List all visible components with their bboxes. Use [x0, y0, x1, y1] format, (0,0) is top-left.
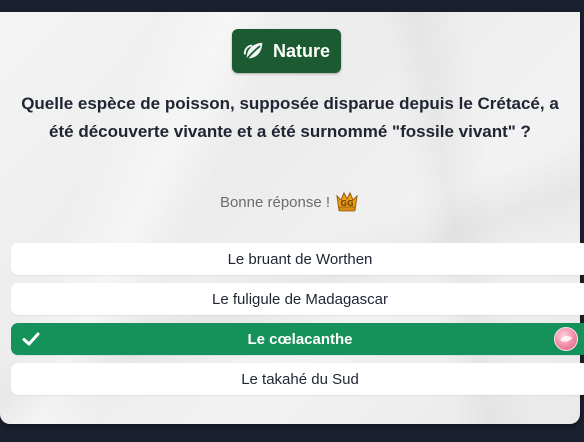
- answer-label: Le cœlacanthe: [247, 330, 353, 348]
- feedback-text: Bonne réponse !: [219, 193, 331, 211]
- answer-option-1[interactable]: Le bruant de Worthen: [11, 243, 584, 275]
- category-badge: Nature: [232, 29, 341, 73]
- answer-option-3-correct[interactable]: Le cœlacanthe: [11, 323, 584, 355]
- answer-label: Le fuligule de Madagascar: [212, 290, 388, 308]
- category-label: Nature: [272, 40, 330, 61]
- answer-list: Le bruant de Worthen Le fuligule de Mada…: [11, 243, 584, 403]
- player-avatar: [554, 327, 578, 351]
- answer-option-2[interactable]: Le fuligule de Madagascar: [11, 283, 584, 315]
- leaf-icon: [243, 40, 265, 62]
- feedback-message: Bonne réponse ! GG: [0, 190, 580, 214]
- gg-emote-icon: GG: [334, 190, 360, 214]
- question-text: Quelle espèce de poisson, supposée dispa…: [21, 94, 559, 141]
- answer-label: Le takahé du Sud: [241, 370, 359, 388]
- quiz-card: Nature Quelle espèce de poisson, supposé…: [0, 12, 584, 424]
- check-icon: [21, 329, 41, 349]
- answer-option-4[interactable]: Le takahé du Sud: [11, 363, 584, 395]
- answer-label: Le bruant de Worthen: [227, 250, 373, 268]
- svg-text:GG: GG: [340, 199, 353, 208]
